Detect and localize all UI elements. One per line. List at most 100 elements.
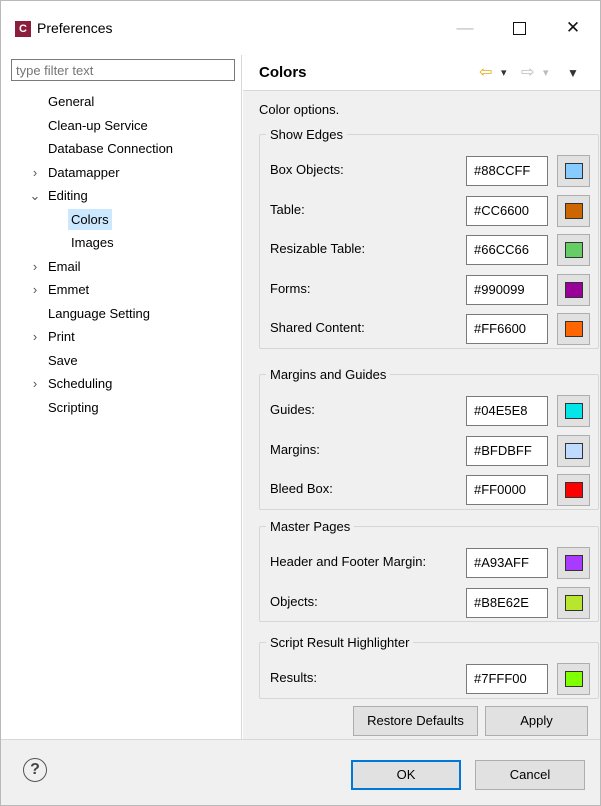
restore-defaults-button[interactable]: Restore Defaults bbox=[353, 706, 478, 736]
sidebar-item-label: Scripting bbox=[48, 399, 99, 415]
page-description: Color options. bbox=[259, 102, 340, 117]
color-row-guides: Guides: #04E5E8 bbox=[270, 394, 590, 427]
color-swatch bbox=[565, 442, 583, 459]
color-swatch bbox=[565, 202, 583, 219]
sidebar-item-label: Images bbox=[71, 235, 114, 250]
color-label: Shared Content: bbox=[270, 320, 365, 335]
dialog-footer: ? OK Cancel bbox=[1, 739, 600, 805]
sidebar-item-scheduling[interactable]: › Scheduling bbox=[1, 373, 241, 397]
color-row-forms: Forms: #990099 bbox=[270, 273, 590, 306]
maximize-button[interactable] bbox=[503, 14, 535, 42]
filter-input[interactable] bbox=[11, 59, 235, 81]
color-picker-button[interactable] bbox=[557, 313, 590, 345]
color-label: Forms: bbox=[270, 280, 311, 296]
color-swatch bbox=[565, 321, 583, 337]
color-picker-button[interactable] bbox=[557, 273, 590, 306]
ok-button[interactable]: OK bbox=[351, 760, 461, 790]
cancel-button[interactable]: Cancel bbox=[475, 760, 585, 790]
forward-arrow-icon[interactable]: ⇨ bbox=[521, 63, 534, 83]
sidebar-item-label: Emmet bbox=[48, 282, 90, 297]
sidebar-item-datamapper[interactable]: › Datamapper bbox=[1, 162, 241, 186]
sidebar: General Clean-up Service Database Connecti… bbox=[1, 55, 242, 739]
chevron-right-icon[interactable]: › bbox=[29, 326, 41, 347]
window-title: Preferences bbox=[37, 20, 113, 36]
sidebar-item-label: Print bbox=[48, 329, 75, 344]
color-picker-button[interactable] bbox=[557, 547, 590, 579]
close-button[interactable]: ✕ bbox=[557, 14, 589, 42]
color-row-table: Table: #CC6600 bbox=[270, 194, 590, 227]
sidebar-item-email[interactable]: › Email bbox=[1, 256, 241, 280]
color-swatch bbox=[565, 403, 583, 419]
color-label: Bleed Box: bbox=[270, 481, 333, 496]
help-icon[interactable]: ? bbox=[23, 758, 47, 782]
color-picker-button[interactable] bbox=[557, 474, 590, 506]
chevron-right-icon[interactable]: › bbox=[29, 373, 41, 394]
sidebar-item-label: Database Connection bbox=[48, 141, 174, 156]
color-swatch bbox=[565, 482, 583, 498]
sidebar-item-database-connection[interactable]: Database Connection bbox=[1, 138, 241, 162]
back-dropdown-icon[interactable]: ▾ bbox=[501, 63, 507, 83]
color-picker-button[interactable] bbox=[557, 395, 590, 427]
sidebar-item-print[interactable]: › Print bbox=[1, 326, 241, 350]
sidebar-item-general[interactable]: General bbox=[1, 91, 241, 115]
color-picker-button[interactable] bbox=[557, 434, 590, 467]
color-row-resizable-table: Resizable Table: #66CC66 bbox=[270, 233, 590, 266]
page-header: Colors ⇦ ▾ ⇨ ▾ ▼ bbox=[243, 55, 600, 91]
color-picker-button[interactable] bbox=[557, 194, 590, 227]
sidebar-item-colors[interactable]: Colors bbox=[1, 208, 241, 233]
hex-input[interactable]: #7FFF00 bbox=[466, 664, 548, 694]
hex-input[interactable]: #990099 bbox=[466, 274, 548, 305]
hex-input[interactable]: #BFDBFF bbox=[466, 435, 548, 466]
color-row-objects: Objects: #B8E62E bbox=[270, 586, 590, 619]
color-label: Resizable Table: bbox=[270, 241, 366, 256]
sidebar-item-save[interactable]: Save bbox=[1, 350, 241, 374]
sidebar-item-clean-up-service[interactable]: Clean-up Service bbox=[1, 115, 241, 139]
color-row-shared-content: Shared Content: #FF6600 bbox=[270, 312, 590, 345]
minimize-button[interactable]: — bbox=[449, 14, 481, 42]
hex-input[interactable]: #A93AFF bbox=[466, 548, 548, 578]
hex-input[interactable]: #FF0000 bbox=[466, 475, 548, 505]
chevron-down-icon[interactable]: ⌄ bbox=[29, 185, 41, 206]
sidebar-item-emmet[interactable]: › Emmet bbox=[1, 279, 241, 303]
sidebar-item-label: Datamapper bbox=[48, 164, 120, 180]
hex-input[interactable]: #88CCFF bbox=[466, 156, 548, 186]
color-picker-button[interactable] bbox=[557, 155, 590, 187]
sidebar-item-label: Language Setting bbox=[48, 305, 150, 321]
preference-tree: General Clean-up Service Database Connecti… bbox=[1, 91, 241, 420]
hex-input[interactable]: #66CC66 bbox=[466, 235, 548, 265]
color-label: Objects: bbox=[270, 593, 318, 609]
chevron-right-icon[interactable]: › bbox=[29, 256, 41, 277]
sidebar-item-images[interactable]: Images bbox=[1, 232, 241, 256]
group-legend: Master Pages bbox=[270, 519, 351, 534]
color-label: Table: bbox=[270, 201, 305, 217]
group-script-result-highlighter: Script Result Highlighter Results: #7FFF00 bbox=[259, 635, 599, 699]
color-label: Margins: bbox=[270, 441, 320, 457]
chevron-right-icon[interactable]: › bbox=[29, 162, 41, 183]
sidebar-item-scripting[interactable]: Scripting bbox=[1, 397, 241, 421]
hex-input[interactable]: #B8E62E bbox=[466, 587, 548, 618]
group-legend: Margins and Guides bbox=[270, 367, 387, 382]
sidebar-item-editing[interactable]: ⌄ Editing bbox=[1, 185, 241, 209]
color-swatch bbox=[565, 671, 583, 687]
hex-input[interactable]: #04E5E8 bbox=[466, 396, 548, 426]
chevron-right-icon[interactable]: › bbox=[29, 279, 41, 300]
title-bar: C Preferences — ✕ bbox=[1, 1, 600, 55]
group-margins-and-guides: Margins and Guides Guides: #04E5E8 Margins:… bbox=[259, 367, 599, 510]
preference-page: Colors ⇦ ▾ ⇨ ▾ ▼ Color options. Show Edg… bbox=[243, 55, 600, 739]
color-picker-button[interactable] bbox=[557, 663, 590, 695]
hex-input[interactable]: #CC6600 bbox=[466, 195, 548, 226]
apply-button[interactable]: Apply bbox=[485, 706, 588, 736]
group-master-pages: Master Pages Header and Footer Margin: #A9… bbox=[259, 519, 599, 622]
forward-dropdown-icon[interactable]: ▾ bbox=[543, 63, 549, 83]
sidebar-item-label: General bbox=[48, 94, 95, 109]
view-menu-icon[interactable]: ▼ bbox=[567, 63, 579, 83]
hex-input[interactable]: #FF6600 bbox=[466, 314, 548, 344]
color-label: Results: bbox=[270, 670, 317, 685]
color-picker-button[interactable] bbox=[557, 586, 590, 619]
sidebar-item-language-setting[interactable]: Language Setting bbox=[1, 303, 241, 327]
sidebar-item-label: Editing bbox=[48, 188, 88, 203]
color-row-margins: Margins: #BFDBFF bbox=[270, 434, 590, 467]
back-arrow-icon[interactable]: ⇦ bbox=[479, 63, 492, 83]
color-picker-button[interactable] bbox=[557, 234, 590, 266]
sidebar-item-label: Email bbox=[48, 258, 81, 274]
